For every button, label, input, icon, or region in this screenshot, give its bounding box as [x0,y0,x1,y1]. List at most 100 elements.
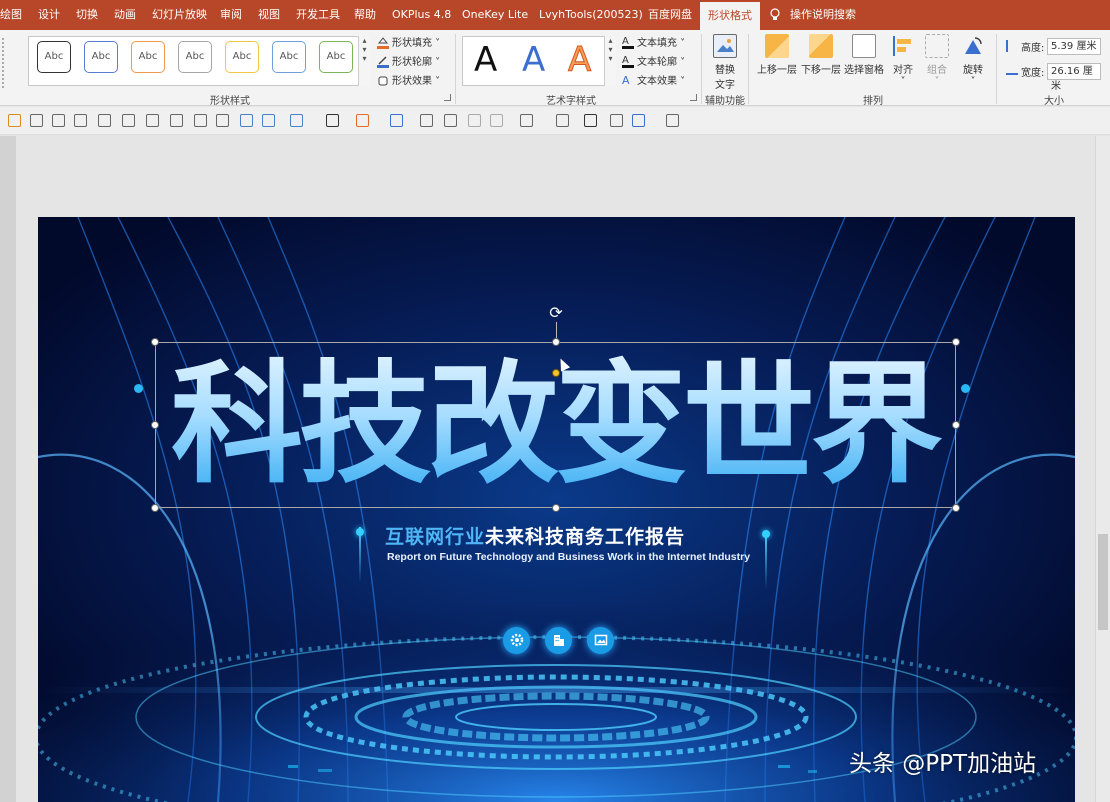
paint-bucket-icon [377,37,389,49]
selection-pane-icon [852,34,876,58]
toolbar-tool-icon[interactable] [290,114,303,127]
toolbar-tool-icon[interactable] [216,114,229,127]
width-input[interactable]: 26.16 厘米 [1047,63,1101,92]
adjust-handle[interactable] [552,369,560,377]
shape-gallery-scroll[interactable]: ▴ ▾ ▾ [358,36,370,86]
group-button[interactable]: 组合 ˅ [922,34,952,87]
resize-handle-ne[interactable] [952,338,960,346]
dialog-launcher-icon[interactable] [690,94,697,101]
toolbar-tool-icon[interactable] [98,114,111,127]
toolbar-tool-icon[interactable] [444,114,457,127]
shape-style-2[interactable]: Abc [84,41,118,73]
tab-shape-format[interactable]: 形状格式 [700,0,760,30]
toolbar-tool-icon[interactable] [122,114,135,127]
toolbar-tool-icon[interactable] [490,114,503,127]
toolbar-tool-icon[interactable] [262,114,275,127]
text-fill-button[interactable]: A 文本填充 ˅ [622,34,685,49]
toolbar-tool-icon[interactable] [74,114,87,127]
shape-effects-button[interactable]: 形状效果 ˅ [377,72,440,87]
shape-style-6[interactable]: Abc [272,41,306,73]
shape-style-3[interactable]: Abc [131,41,165,73]
height-input[interactable]: 5.39 厘米 [1047,38,1101,55]
toolbar-tool-icon[interactable] [468,114,481,127]
rotate-button[interactable]: 旋转 ˅ [958,34,988,87]
shape-style-5[interactable]: Abc [225,41,259,73]
curve-handle-left[interactable] [134,384,143,393]
toolbar-tool-icon[interactable] [632,114,645,127]
resize-handle-e[interactable] [952,421,960,429]
ribbon-tab-6[interactable]: 视图 [258,0,280,30]
toolbar-tool-icon[interactable] [170,114,183,127]
toolbar-tool-icon[interactable] [584,114,597,127]
toolbar-tool-icon[interactable] [326,114,339,127]
ribbon-tab-11[interactable]: LvyhTools(200523) [539,0,643,30]
scrollbar-thumb[interactable] [1098,534,1108,630]
text-effects-button[interactable]: A 文本效果 ˅ [622,72,685,87]
resize-handle-se[interactable] [952,504,960,512]
height-icon [1006,40,1018,52]
shape-outline-button[interactable]: 形状轮廓 ˅ [377,53,440,68]
toolbar-tool-icon[interactable] [356,114,369,127]
rotate-handle-icon[interactable]: ⟳ [547,304,565,322]
resize-handle-sw[interactable] [151,504,159,512]
image-icon[interactable] [587,627,614,654]
align-button[interactable]: 对齐 ˅ [889,34,917,87]
wordart-style-blue[interactable]: A [522,40,545,80]
size-group-label: 大小 [1044,96,1064,107]
toolbar-tool-icon[interactable] [666,114,679,127]
vertical-scrollbar[interactable] [1095,136,1110,802]
shape-fill-button[interactable]: 形状填充 ˅ [377,34,440,49]
ribbon-tab-0[interactable]: 绘图 [0,0,22,30]
resize-handle-n[interactable] [552,338,560,346]
toolbar-tool-icon[interactable] [8,114,21,127]
ribbon-tab-4[interactable]: 幻灯片放映 [152,0,207,30]
ribbon-tab-1[interactable]: 设计 [38,0,60,30]
bring-forward-button[interactable]: 上移一层 [756,34,798,76]
wordart-style-black[interactable]: A [474,40,497,80]
slide-subtitle[interactable]: 互联网行业未来科技商务工作报告 [385,522,765,549]
toolbar-tool-icon[interactable] [610,114,623,127]
toolbar-tool-icon[interactable] [146,114,159,127]
send-backward-button[interactable]: 下移一层 [800,34,842,76]
alt-text-button[interactable]: 替换 文字 [707,34,743,91]
gear-icon[interactable] [503,627,530,654]
align-icon [891,34,915,58]
thumbnail-pane-edge [0,136,16,802]
shape-style-4[interactable]: Abc [178,41,212,73]
toolbar-tool-icon[interactable] [556,114,569,127]
tell-me-search[interactable]: 操作说明搜索 [790,0,856,30]
selection-pane-button[interactable]: 选择窗格 [843,34,885,76]
ribbon-tab-2[interactable]: 切换 [76,0,98,30]
shape-style-1[interactable]: Abc [37,41,71,73]
lightbulb-icon [770,8,780,22]
ribbon-tab-10[interactable]: OneKey Lite [462,0,528,30]
curve-handle-right[interactable] [961,384,970,393]
toolbar-tool-icon[interactable] [30,114,43,127]
resize-handle-nw[interactable] [151,338,159,346]
ribbon-tab-5[interactable]: 审阅 [220,0,242,30]
building-icon[interactable] [545,627,572,654]
resize-handle-w[interactable] [151,421,159,429]
quick-access-toolbar [0,107,1110,135]
wordart-gallery-scroll[interactable]: ▴ ▾ ▾ [604,36,616,86]
toolbar-tool-icon[interactable] [52,114,65,127]
slide-subtitle-english[interactable]: Report on Future Technology and Business… [387,551,750,563]
ribbon-tab-8[interactable]: 帮助 [354,0,376,30]
shape-style-7[interactable]: Abc [319,41,353,73]
toolbar-tool-icon[interactable] [520,114,533,127]
dialog-launcher-icon[interactable] [444,94,451,101]
ribbon-tab-9[interactable]: OKPlus 4.8 [392,0,451,30]
toolbar-tool-icon[interactable] [390,114,403,127]
toolbar-tool-icon[interactable] [194,114,207,127]
ribbon-tab-3[interactable]: 动画 [114,0,136,30]
toolbar-tool-icon[interactable] [420,114,433,127]
width-label: 宽度: [1021,68,1045,79]
text-outline-icon: A [622,56,634,68]
subtitle-highlight: 互联网行业 [385,526,486,548]
resize-handle-s[interactable] [552,504,560,512]
text-outline-button[interactable]: A 文本轮廓 ˅ [622,53,685,68]
ribbon-tab-7[interactable]: 开发工具 [296,0,340,30]
ribbon-tab-12[interactable]: 百度网盘 [648,0,692,30]
toolbar-tool-icon[interactable] [240,114,253,127]
wordart-style-orange[interactable]: A [567,40,591,81]
